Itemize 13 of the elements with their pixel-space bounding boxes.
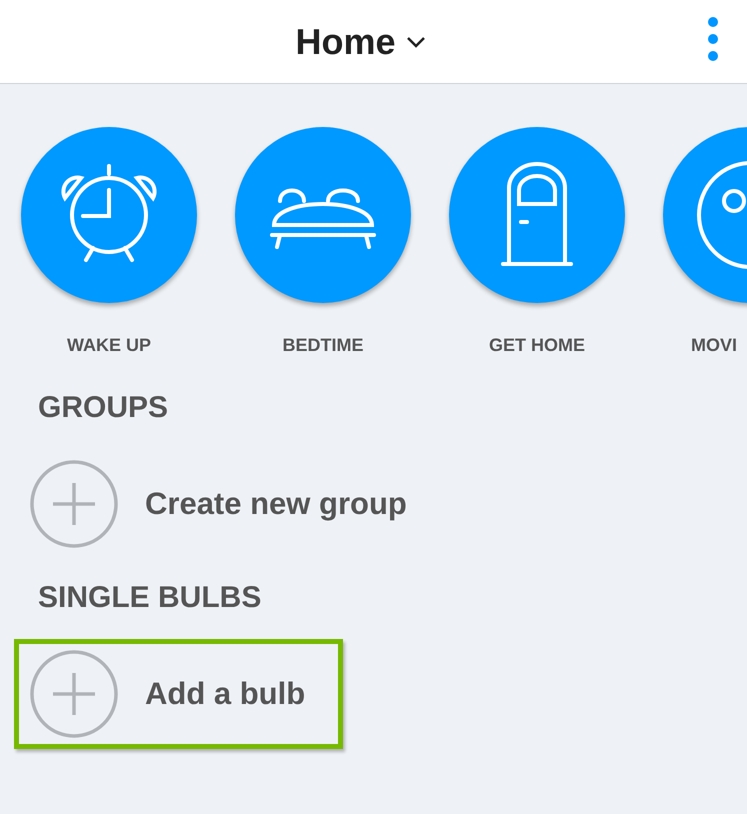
- section-heading: SINGLE BULBS: [38, 580, 262, 616]
- chevron-down-icon: [406, 36, 426, 48]
- add-item-button[interactable]: Add a bulb: [14, 639, 343, 749]
- scene-label: BEDTIME: [282, 335, 364, 356]
- plus-circle-icon: [29, 459, 119, 549]
- home-title-dropdown[interactable]: Home: [295, 20, 426, 62]
- add-item-button[interactable]: Create new group: [14, 449, 418, 559]
- more-vertical-icon: [707, 16, 719, 62]
- plus-circle-icon: [29, 649, 119, 739]
- section-heading: GROUPS: [38, 390, 170, 426]
- scene-label: WAKE UP: [66, 335, 151, 356]
- scene-label: GET HOME: [488, 335, 585, 356]
- scene-label: MOVI: [691, 335, 738, 356]
